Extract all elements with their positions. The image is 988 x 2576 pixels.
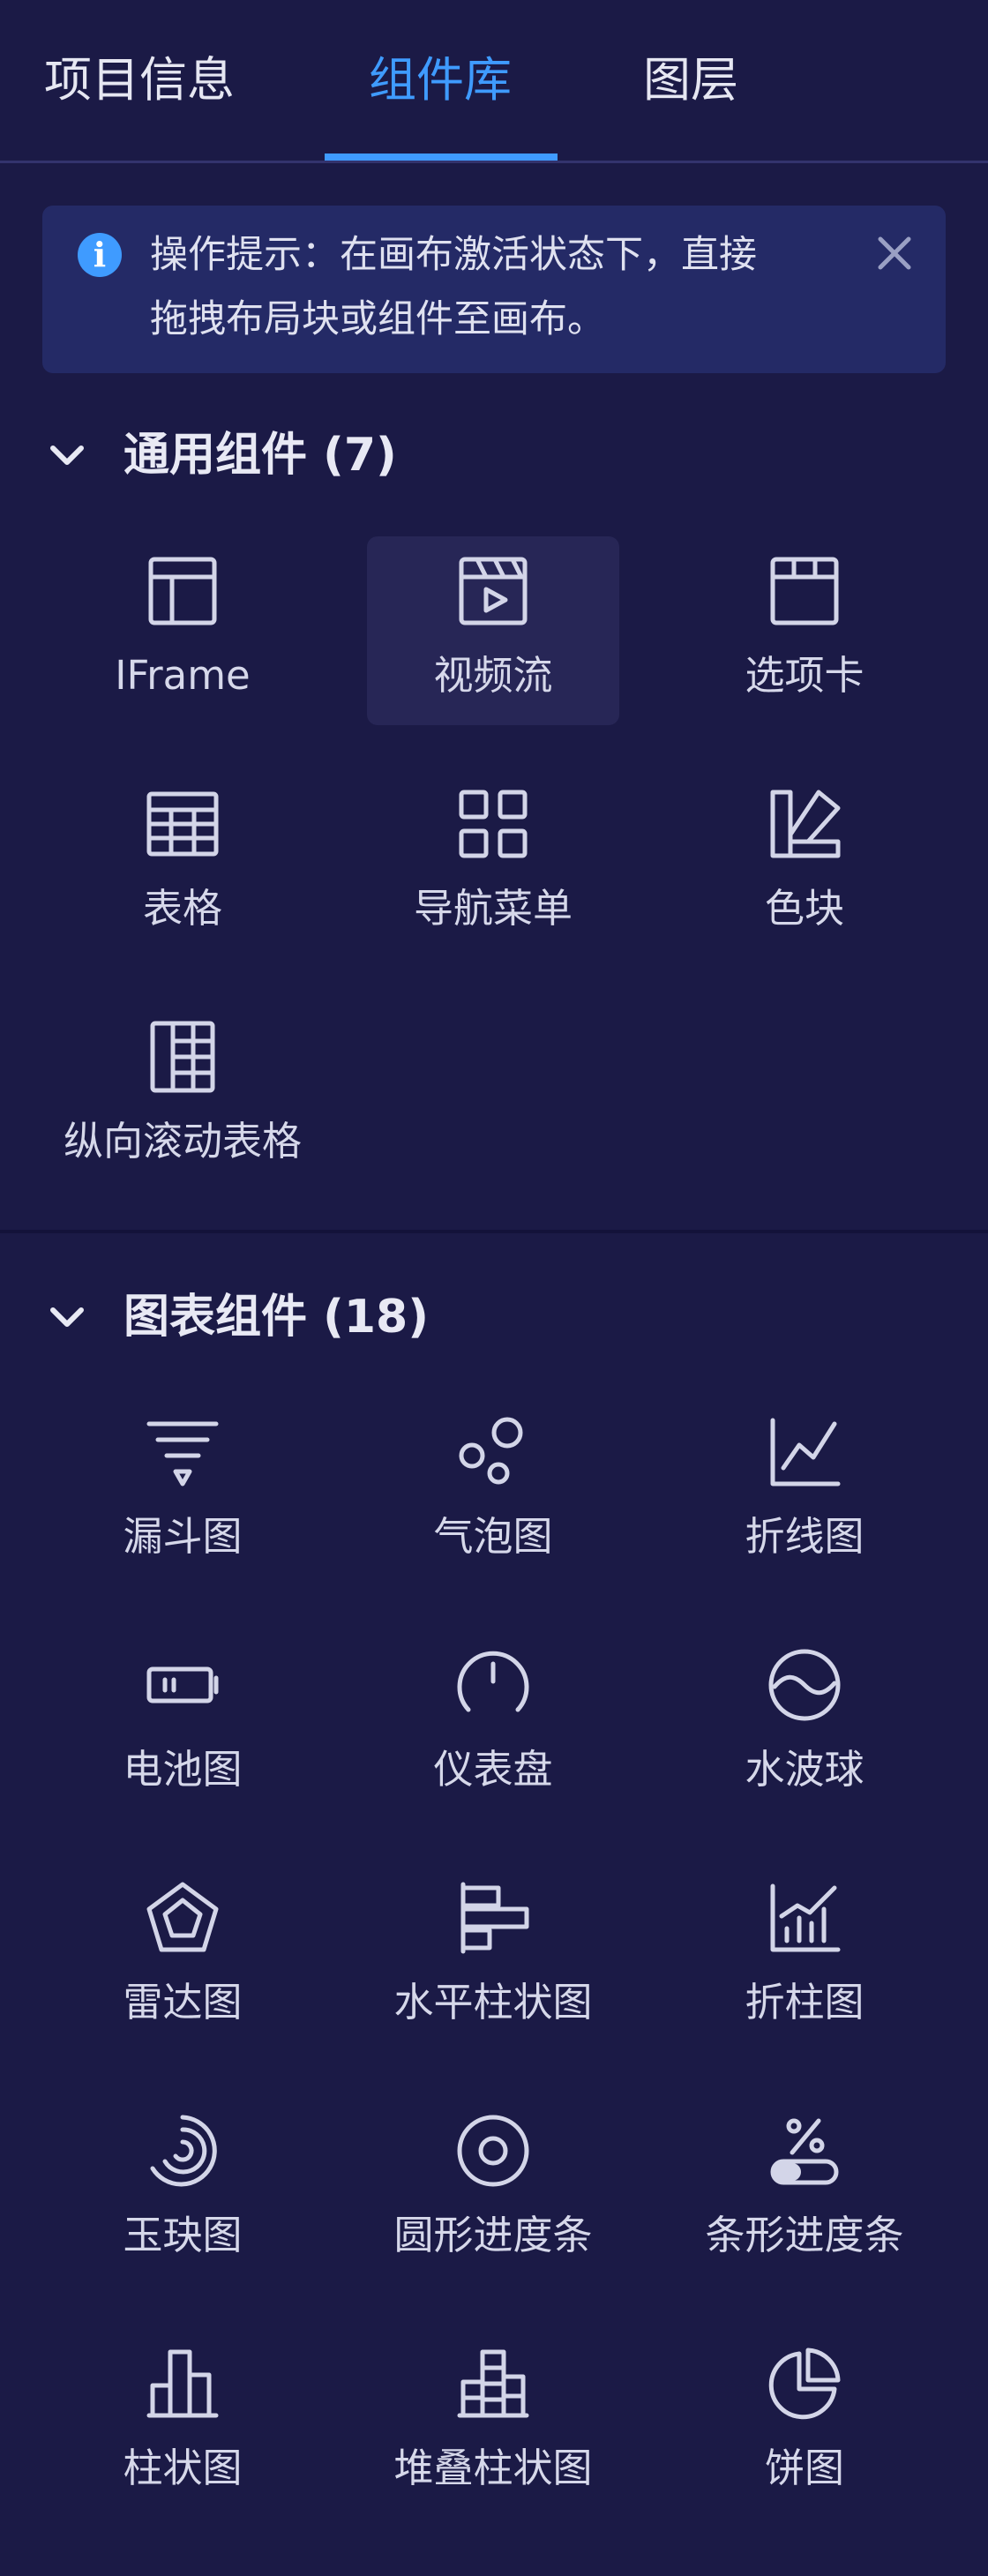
battery-icon (146, 1666, 219, 1704)
section-divider (0, 1230, 988, 1233)
tab-layers[interactable]: 图层 (643, 49, 738, 111)
component-label: 漏斗图 (123, 1513, 243, 1560)
component-label: IFrame (115, 652, 251, 699)
table-icon (146, 791, 219, 857)
chevron-down-icon (50, 1307, 84, 1327)
component-label: 折柱图 (745, 1979, 864, 2026)
tab-bar: 项目信息 组件库 图层 (0, 0, 988, 163)
component-water-ball[interactable]: 水波球 (678, 1630, 931, 1819)
component-line-chart[interactable]: 折线图 (678, 1397, 931, 1586)
component-label: 仪表盘 (433, 1746, 553, 1793)
component-horizontal-bar-chart[interactable]: 水平柱状图 (367, 1863, 619, 2052)
component-label: 堆叠柱状图 (393, 2445, 593, 2491)
nav-menu-icon (459, 790, 528, 858)
circle-progress-icon (457, 2115, 529, 2187)
funnel-icon (146, 1421, 219, 1486)
tip-line-1: 操作提示：在画布激活状态下，直接 (150, 233, 757, 277)
tab-project-info[interactable]: 项目信息 (44, 49, 235, 111)
component-label: 圆形进度条 (393, 2212, 593, 2258)
component-tabs[interactable]: 选项卡 (678, 536, 931, 725)
line-chart-icon (770, 1418, 841, 1486)
radial-bar-icon (150, 2115, 217, 2187)
component-label: 饼图 (764, 2445, 844, 2491)
component-color-block[interactable]: 色块 (678, 769, 931, 958)
component-label: 玉玦图 (123, 2212, 243, 2258)
component-radar-chart[interactable]: 雷达图 (56, 1863, 309, 2052)
component-label: 气泡图 (433, 1513, 553, 1560)
component-label: 柱状图 (123, 2445, 243, 2491)
component-line-bar-chart[interactable]: 折柱图 (678, 1863, 931, 2052)
chevron-down-icon (50, 446, 84, 465)
component-label: 水平柱状图 (393, 1979, 593, 2026)
component-bar-chart[interactable]: 柱状图 (56, 2329, 309, 2518)
component-label: 电池图 (123, 1746, 243, 1793)
component-label: 雷达图 (123, 1979, 243, 2026)
close-icon[interactable] (868, 227, 921, 280)
component-label: 折线图 (745, 1513, 864, 1560)
component-label: 色块 (764, 885, 844, 932)
component-label: 纵向滚动表格 (63, 1118, 302, 1164)
component-nav-menu[interactable]: 导航菜单 (367, 769, 619, 958)
section-header-common[interactable]: 通用组件 (7) (42, 420, 397, 490)
horizontal-bar-icon (460, 1882, 529, 1954)
component-vertical-scroll-table[interactable]: 纵向滚动表格 (56, 1002, 309, 1191)
component-iframe[interactable]: IFrame (56, 536, 309, 725)
tabs-icon (770, 557, 839, 625)
pie-icon (768, 2348, 841, 2420)
component-label: 条形进度条 (705, 2212, 904, 2258)
section-title: 通用组件 (7) (124, 429, 397, 482)
tip-banner: i 操作提示：在画布激活状态下，直接 拖拽布局块或组件至画布。 (42, 206, 946, 373)
iframe-icon (148, 557, 217, 625)
component-video-stream[interactable]: 视频流 (367, 536, 619, 725)
section-title: 图表组件 (18) (124, 1291, 429, 1344)
component-label: 表格 (142, 885, 222, 932)
component-funnel-chart[interactable]: 漏斗图 (56, 1397, 309, 1586)
info-icon: i (78, 233, 122, 277)
component-battery-chart[interactable]: 电池图 (56, 1630, 309, 1819)
scroll-table-icon (150, 1021, 215, 1093)
component-label: 水波球 (745, 1746, 864, 1793)
section-header-charts[interactable]: 图表组件 (18) (42, 1282, 429, 1352)
component-pie-chart[interactable]: 饼图 (678, 2329, 931, 2518)
component-stacked-bar-chart[interactable]: 堆叠柱状图 (367, 2329, 619, 2518)
component-radial-bar-chart[interactable]: 玉玦图 (56, 2096, 309, 2285)
line-bar-icon (770, 1883, 841, 1952)
water-ball-icon (768, 1649, 841, 1721)
component-circle-progress[interactable]: 圆形进度条 (367, 2096, 619, 2285)
color-block-icon (770, 790, 841, 858)
component-bar-progress[interactable]: 条形进度条 (678, 2096, 931, 2285)
component-gauge[interactable]: 仪表盘 (367, 1630, 619, 1819)
radar-icon (146, 1882, 219, 1952)
stacked-bar-icon (457, 2349, 529, 2418)
tip-text: 操作提示：在画布激活状态下，直接 拖拽布局块或组件至画布。 (150, 223, 891, 352)
tip-line-2: 拖拽布局块或组件至画布。 (150, 297, 605, 341)
component-label: 选项卡 (745, 652, 864, 699)
component-label: 导航菜单 (413, 885, 573, 932)
component-table[interactable]: 表格 (56, 769, 309, 958)
bar-chart-icon (146, 2349, 219, 2418)
bubble-icon (459, 1417, 523, 1485)
bar-progress-icon (770, 2118, 839, 2185)
video-icon (459, 557, 528, 625)
tab-component-library[interactable]: 组件库 (369, 49, 512, 111)
component-label: 视频流 (433, 652, 553, 699)
active-tab-indicator (325, 154, 558, 161)
component-bubble-chart[interactable]: 气泡图 (367, 1397, 619, 1586)
gauge-icon (457, 1651, 529, 1712)
